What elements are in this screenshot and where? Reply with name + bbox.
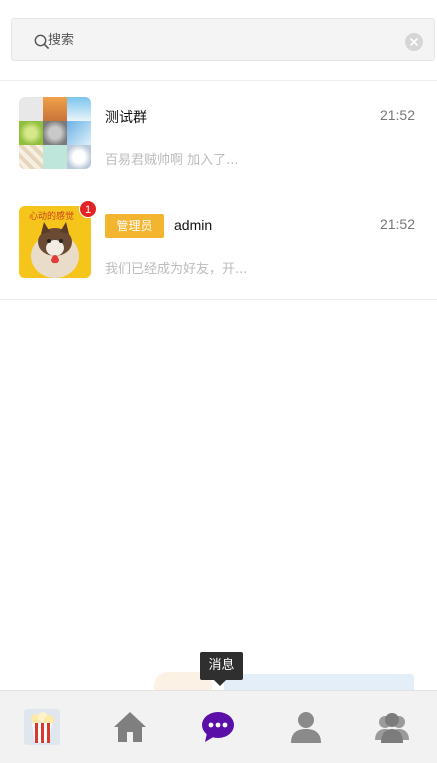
conversation-name: admin — [174, 217, 213, 233]
conversation-time: 21:52 — [379, 107, 415, 123]
popcorn-icon — [24, 709, 60, 745]
contact-icon — [291, 712, 321, 743]
cat-avatar-image: 心动的感觉 — [19, 206, 91, 278]
clear-search-icon[interactable] — [405, 33, 423, 51]
conversation-preview: 百易君贼帅啊 加入了... — [105, 153, 239, 168]
tab-groups[interactable] — [372, 707, 412, 747]
tooltip-arrow — [214, 680, 226, 686]
conversation-name: 测试群 — [105, 110, 147, 126]
conversation-time: 21:52 — [379, 216, 415, 232]
search-bar — [11, 18, 435, 61]
conversation-item-admin[interactable]: 心动的感觉 1 管理员 admin 21:52 我们已经成为好友，开... — [0, 190, 437, 300]
home-icon — [114, 712, 146, 742]
conversation-item-group[interactable]: 测试群 21:52 百易君贼帅啊 加入了... — [0, 81, 437, 191]
unread-badge: 1 — [79, 200, 97, 218]
bottom-tab-bar — [0, 690, 437, 763]
tab-popcorn[interactable] — [22, 707, 62, 747]
message-icon — [202, 712, 234, 742]
group-avatar — [19, 97, 91, 169]
svg-text:心动的感觉: 心动的感觉 — [29, 210, 74, 222]
tab-home[interactable] — [110, 707, 150, 747]
conversation-preview: 我们已经成为好友，开... — [105, 262, 248, 277]
user-avatar: 心动的感觉 — [19, 206, 91, 278]
search-input[interactable] — [48, 27, 388, 53]
role-badge: 管理员 — [105, 214, 164, 238]
tab-tooltip: 消息 — [200, 652, 243, 680]
tab-contacts[interactable] — [286, 707, 326, 747]
group-icon — [375, 713, 409, 743]
tab-messages[interactable] — [198, 707, 238, 747]
